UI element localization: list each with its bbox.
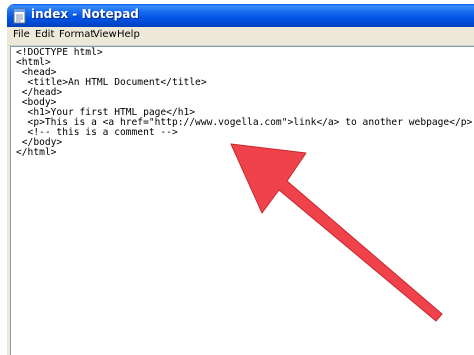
code-line: </html> [16, 147, 57, 158]
menu-help[interactable]: Help [117, 29, 140, 40]
notepad-icon [13, 8, 26, 24]
menu-format[interactable]: Format [59, 29, 94, 40]
screenshot: index - Notepad File Edit Format View He… [0, 0, 474, 355]
window-title: index - Notepad [31, 7, 139, 21]
notepad-window: index - Notepad File Edit Format View He… [7, 4, 474, 355]
menu-file[interactable]: File [13, 29, 30, 40]
menu-edit[interactable]: Edit [35, 29, 54, 40]
menu-view[interactable]: View [93, 29, 117, 40]
title-bar[interactable]: index - Notepad [7, 4, 474, 27]
text-editor-area[interactable]: <!DOCTYPE html> <html> <head> <title>An … [10, 46, 474, 355]
menu-bar: File Edit Format View Help [7, 27, 474, 46]
